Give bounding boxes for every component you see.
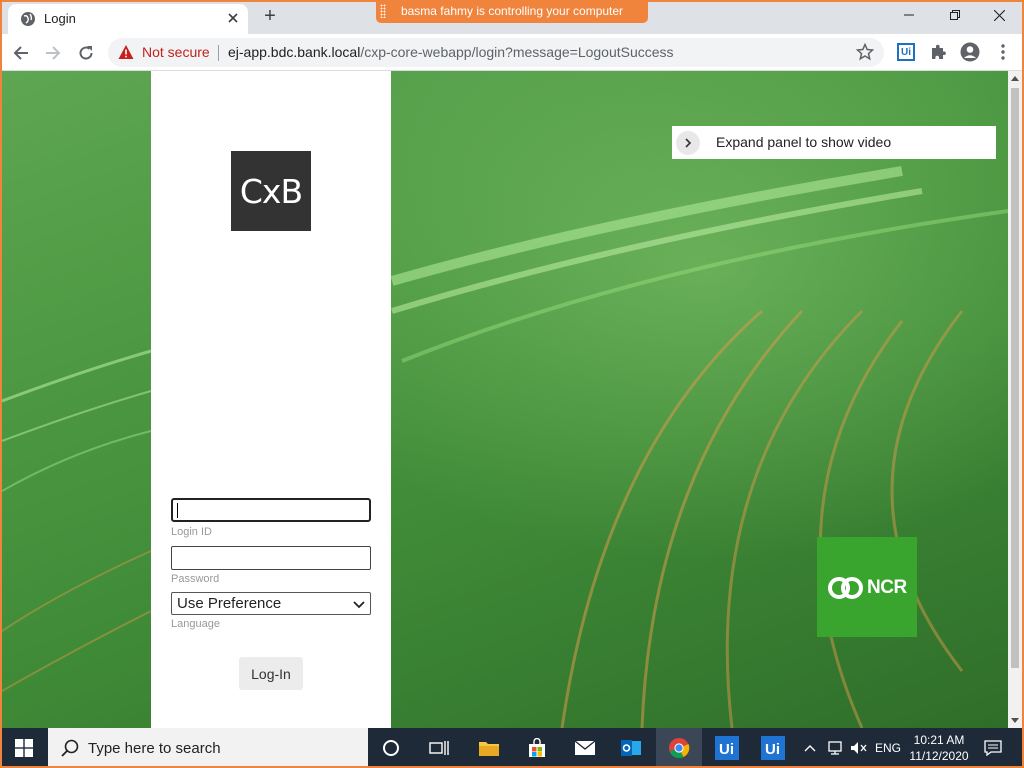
url-path: /cxp-core-webapp/login?message=LogoutSuc…	[360, 44, 674, 60]
action-center-button[interactable]	[978, 728, 1008, 768]
language-select[interactable]: Use Preference	[171, 592, 371, 615]
more-options-icon[interactable]	[993, 42, 1013, 62]
scrollbar-thumb[interactable]	[1011, 88, 1019, 668]
network-button[interactable]	[824, 728, 846, 768]
cxb-logo: CxB	[231, 151, 311, 231]
login-panel: CxB Login ID Password Use Preference Lan…	[151, 71, 391, 728]
url-text[interactable]: ej-app.bdc.bank.local/cxp-core-webapp/lo…	[228, 44, 674, 60]
address-divider	[218, 45, 219, 61]
uipath-extension-icon[interactable]: Ui	[896, 42, 916, 62]
windows-taskbar: Type here to search Ui Ui ENG 10:21 AM 1…	[0, 728, 1024, 768]
file-explorer-button[interactable]	[466, 728, 512, 768]
not-secure-label[interactable]: Not secure	[142, 44, 210, 60]
microsoft-store-button[interactable]	[514, 728, 560, 768]
language-label: Language	[171, 618, 220, 630]
task-view-icon	[429, 741, 449, 755]
browser-tab-strip: Login + basma fahmy is controlling your …	[0, 0, 1024, 34]
taskbar-search-box[interactable]: Type here to search	[48, 728, 368, 768]
tab-login[interactable]: Login	[8, 4, 248, 34]
ncr-logo-text: NCR	[867, 577, 907, 598]
address-bar[interactable]: Not secure ej-app.bdc.bank.local/cxp-cor…	[108, 38, 884, 67]
scroll-down-arrow-icon[interactable]	[1011, 716, 1019, 724]
volume-muted-icon	[851, 742, 867, 754]
network-icon	[828, 741, 842, 755]
globe-icon	[21, 12, 35, 26]
login-page: CxB Login ID Password Use Preference Lan…	[2, 71, 1008, 728]
chevron-up-icon	[804, 745, 816, 752]
show-hidden-icons-button[interactable]	[800, 728, 820, 768]
scroll-up-arrow-icon[interactable]	[1011, 75, 1019, 83]
page-scrollbar[interactable]	[1008, 71, 1022, 728]
back-button[interactable]	[8, 40, 34, 66]
cortana-button[interactable]	[368, 728, 414, 768]
forward-arrow-icon	[46, 46, 61, 60]
clock-time: 10:21 AM	[913, 733, 965, 747]
outlook-button[interactable]	[608, 728, 654, 768]
start-button[interactable]	[0, 728, 48, 768]
clock-date: 11/12/2020	[909, 749, 969, 763]
mail-button[interactable]	[562, 728, 608, 768]
minimize-button[interactable]	[886, 0, 932, 30]
url-host: ej-app.bdc.bank.local	[228, 44, 361, 60]
uipath-studio-button[interactable]: Ui	[704, 728, 750, 768]
close-tab-icon[interactable]	[224, 9, 242, 27]
ncr-logo: NCR	[817, 537, 917, 637]
extensions-puzzle-icon[interactable]	[928, 42, 948, 62]
expand-video-panel[interactable]: Expand panel to show video	[672, 126, 996, 159]
chevron-down-icon	[353, 601, 365, 609]
taskbar-clock[interactable]: 10:21 AM 11/12/2020	[904, 728, 974, 768]
chrome-button[interactable]	[656, 728, 702, 768]
login-id-input[interactable]	[171, 498, 371, 522]
notification-icon	[984, 740, 1002, 756]
control-banner-text: basma fahmy is controlling your computer	[400, 4, 624, 18]
profile-avatar-icon[interactable]	[960, 42, 980, 62]
password-label: Password	[171, 573, 220, 585]
language-selected-value: Use Preference	[177, 595, 282, 612]
browser-toolbar: Not secure ej-app.bdc.bank.local/cxp-cor…	[0, 34, 1024, 71]
login-button[interactable]: Log-In	[239, 657, 303, 690]
uipath-robot-icon: Ui	[761, 736, 785, 760]
svg-text:Ui: Ui	[719, 741, 734, 758]
outlook-icon	[621, 740, 641, 756]
restore-button[interactable]	[932, 0, 978, 30]
task-view-button[interactable]	[416, 728, 462, 768]
volume-button[interactable]	[848, 728, 870, 768]
mail-envelope-icon	[574, 740, 596, 755]
back-arrow-icon	[13, 46, 28, 60]
search-icon	[61, 739, 79, 757]
close-window-button[interactable]	[976, 0, 1022, 30]
bookmark-star-icon[interactable]	[856, 43, 874, 61]
chevron-right-icon[interactable]	[676, 131, 700, 155]
warning-icon[interactable]	[118, 44, 134, 60]
uipath-extension-badge: Ui	[897, 43, 915, 61]
reload-button[interactable]	[73, 40, 99, 66]
chrome-icon	[669, 738, 690, 759]
expand-video-text: Expand panel to show video	[716, 134, 892, 150]
uipath-robot-button[interactable]: Ui	[750, 728, 796, 768]
remote-control-banner[interactable]: basma fahmy is controlling your computer	[376, 0, 648, 23]
taskbar-search-placeholder: Type here to search	[88, 740, 221, 757]
cortana-circle-icon	[383, 740, 399, 756]
forward-button[interactable]	[40, 40, 66, 66]
login-id-label: Login ID	[171, 526, 212, 538]
folder-icon	[479, 742, 499, 756]
input-language-indicator[interactable]: ENG	[874, 728, 902, 768]
text-caret	[177, 503, 178, 518]
svg-text:Ui: Ui	[765, 741, 780, 758]
password-input[interactable]	[171, 546, 371, 570]
new-tab-button[interactable]: +	[258, 6, 282, 28]
ncr-mark-icon	[828, 577, 863, 599]
uipath-studio-icon: Ui	[715, 736, 739, 760]
tab-title: Login	[44, 11, 76, 26]
reload-icon	[79, 46, 93, 60]
windows-logo-icon	[15, 739, 33, 757]
store-bag-icon	[529, 738, 545, 757]
